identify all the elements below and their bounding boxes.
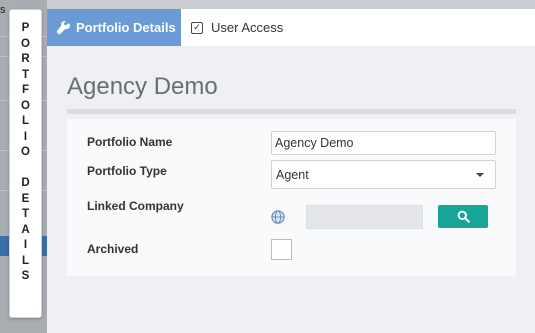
linked-company-input[interactable] <box>306 205 423 229</box>
side-tab-letter: T <box>21 68 30 81</box>
tab-bar: Portfolio Details ✓ User Access <box>47 9 535 46</box>
side-tab-letter: O <box>21 146 30 158</box>
side-tab-letter: T <box>21 208 30 220</box>
search-company-button[interactable] <box>438 205 488 228</box>
tab-user-access[interactable]: ✓ User Access <box>181 9 311 46</box>
checkbox-icon: ✓ <box>191 21 203 34</box>
side-tab-letter: O <box>21 99 30 112</box>
side-tab-letter: R <box>21 53 30 65</box>
side-tab-letter: F <box>21 84 30 96</box>
portfolio-name-input[interactable]: Agency Demo <box>271 131 496 155</box>
globe-icon[interactable] <box>271 210 285 224</box>
search-icon <box>457 210 470 223</box>
side-tab-letter: I <box>23 130 28 143</box>
side-tab-letter: S <box>21 270 30 282</box>
archived-label: Archived <box>87 242 139 256</box>
title-divider <box>67 109 516 114</box>
side-tab-letter: I <box>23 239 28 251</box>
archived-checkbox[interactable] <box>271 239 292 260</box>
tab-portfolio-details[interactable]: Portfolio Details <box>47 9 181 46</box>
wrench-icon <box>56 20 70 34</box>
side-tab-letter: D <box>21 177 30 189</box>
tab-label: User Access <box>211 20 284 35</box>
portfolio-type-select[interactable]: Agent <box>271 160 496 189</box>
portfolio-type-label: Portfolio Type <box>87 164 167 178</box>
caret-down-icon <box>476 173 484 177</box>
side-tab-letter: A <box>21 223 30 236</box>
portfolio-form: Portfolio Name Agency Demo Portfolio Typ… <box>67 119 516 276</box>
side-tab-letter: O <box>21 37 30 50</box>
side-tab-letter: P <box>21 22 30 34</box>
side-tab-letter: L <box>21 254 30 267</box>
background-partial-text: s <box>0 4 6 16</box>
page-title: Agency Demo <box>67 73 218 100</box>
portfolio-name-label: Portfolio Name <box>87 135 173 149</box>
linked-company-label: Linked Company <box>87 199 184 213</box>
side-tab-portfolio-details[interactable]: PORTFOLIO DETAILS <box>9 9 42 318</box>
portfolio-panel: Portfolio Details ✓ User Access Agency D… <box>47 9 535 333</box>
portfolio-type-value: Agent <box>276 167 309 182</box>
side-tab-letter: L <box>21 115 30 127</box>
tab-label: Portfolio Details <box>76 20 176 35</box>
side-tab-letter: E <box>21 192 30 205</box>
